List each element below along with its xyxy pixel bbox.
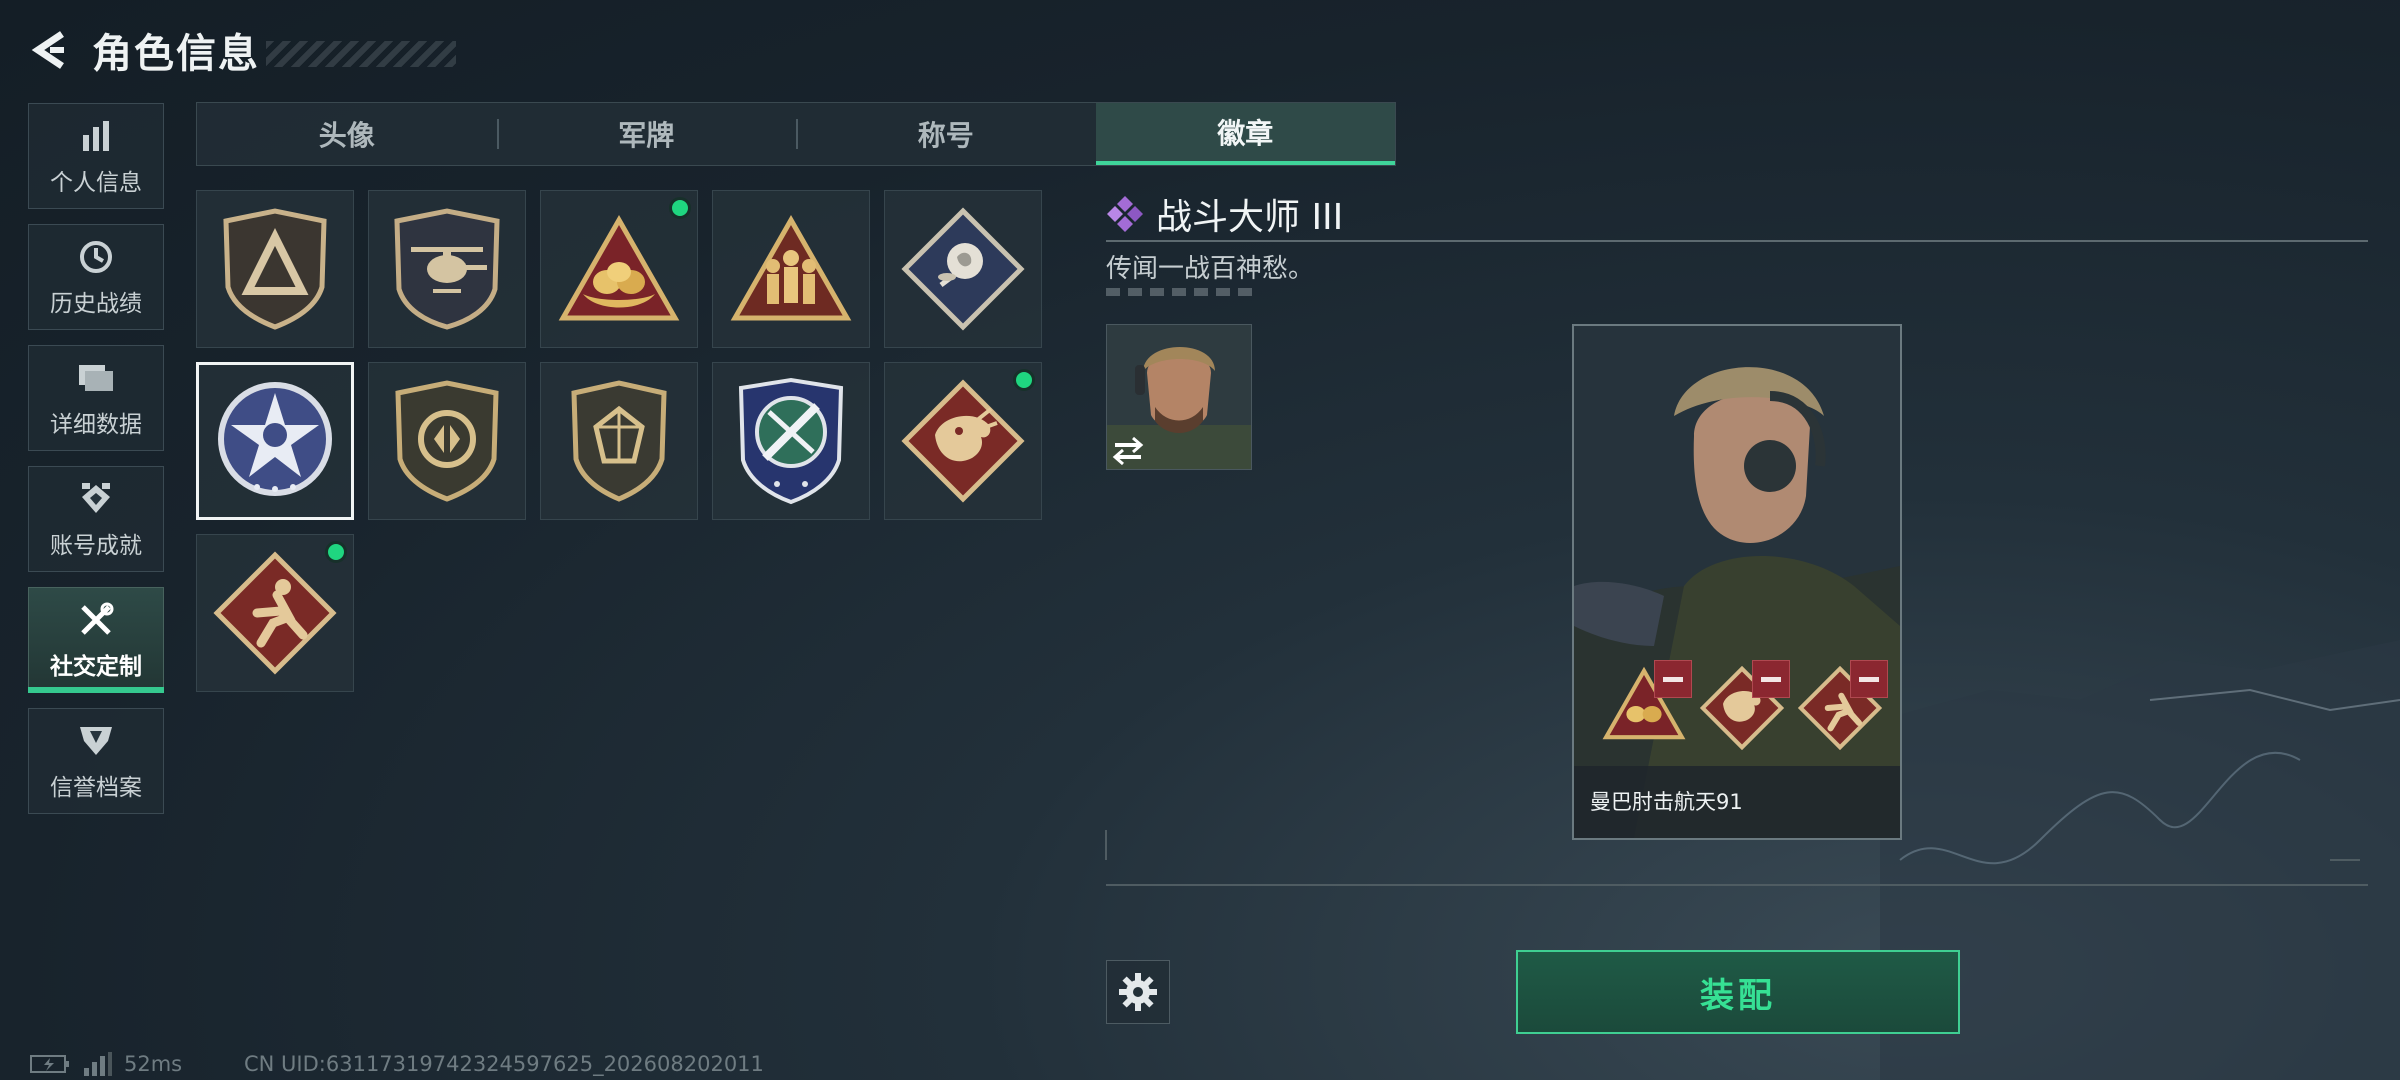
equip-button-label: 装配 xyxy=(1700,975,1776,1016)
character-portrait xyxy=(1107,325,1251,469)
shield-icon xyxy=(75,720,117,762)
nav-item-match-history[interactable]: 历史战绩 xyxy=(28,224,164,330)
nav-label: 详细数据 xyxy=(50,412,142,438)
badge-runner[interactable] xyxy=(196,534,354,692)
tab-dog-tag[interactable]: 军牌 xyxy=(496,103,797,165)
badge-dragon[interactable] xyxy=(884,362,1042,520)
nav-item-achievements[interactable]: 账号成就 xyxy=(28,466,164,572)
badge-triangle-shield[interactable] xyxy=(196,190,354,348)
folder-icon xyxy=(75,357,117,399)
badge-gold-nest[interactable] xyxy=(540,190,698,348)
rarity-diamond-icon xyxy=(1107,196,1143,232)
settings-button[interactable] xyxy=(1106,960,1170,1024)
nav-label: 信誉档案 xyxy=(50,775,142,801)
character-preview-card: 曼巴肘击航天91 xyxy=(1572,324,1902,840)
achievement-icon xyxy=(75,478,117,520)
gem-shield-badge-icon xyxy=(571,380,667,502)
badge-grid xyxy=(196,190,1056,692)
bar-chart-icon xyxy=(75,115,117,157)
back-arrow-icon xyxy=(31,31,64,69)
equipped-badges xyxy=(1602,660,1888,751)
tab-badge[interactable]: 徽章 xyxy=(1095,103,1395,165)
bronze-shield-badge-icon xyxy=(395,380,499,502)
rose-badge-icon xyxy=(901,207,1025,331)
badge-skull-star[interactable] xyxy=(196,362,354,520)
status-bar: 52ms xyxy=(30,1052,182,1076)
crossed-blades-badge-icon xyxy=(738,377,844,505)
squad-badge-icon xyxy=(730,214,852,321)
character-illustration xyxy=(1574,326,1900,838)
signal-icon xyxy=(84,1052,112,1076)
nav-item-detailed-data[interactable]: 详细数据 xyxy=(28,345,164,451)
equip-button[interactable]: 装配 xyxy=(1516,950,1960,1034)
wrench-screwdriver-icon xyxy=(75,599,117,641)
battery-icon xyxy=(30,1055,69,1073)
clock-icon xyxy=(75,236,117,278)
page-title: 角色信息 xyxy=(92,31,260,77)
nav-item-social-custom[interactable]: 社交定制 xyxy=(28,587,164,693)
bottom-divider xyxy=(1106,884,2368,886)
runner-badge-icon xyxy=(213,551,337,675)
customization-tabs: 头像 军牌 称号 徽章 xyxy=(196,102,1396,166)
badge-helicopter[interactable] xyxy=(368,190,526,348)
badge-bronze-shield[interactable] xyxy=(368,362,526,520)
tab-avatar[interactable]: 头像 xyxy=(197,103,497,165)
new-indicator xyxy=(1013,369,1035,391)
user-uid: CN UID:63117319742324597625_202608202011 xyxy=(244,1052,764,1076)
badge-crossed-blades[interactable] xyxy=(712,362,870,520)
back-button[interactable] xyxy=(28,24,72,76)
badge-gem-shield[interactable] xyxy=(540,362,698,520)
character-name: 曼巴肘击航天91 xyxy=(1590,790,1743,814)
equipped-slot-3[interactable] xyxy=(1797,660,1888,751)
remove-badge-button[interactable] xyxy=(1752,660,1790,698)
nav-label: 社交定制 xyxy=(50,654,142,680)
blurred-subtext xyxy=(1106,288,1258,296)
character-avatar-thumb[interactable] xyxy=(1106,324,1252,470)
character-name-bar: 曼巴肘击航天91 xyxy=(1574,766,1900,838)
detail-divider xyxy=(1106,240,2368,242)
header: 角色信息 xyxy=(28,18,456,82)
helicopter-badge-icon xyxy=(394,208,500,330)
new-indicator xyxy=(325,541,347,563)
remove-badge-button[interactable] xyxy=(1654,660,1692,698)
badge-rose[interactable] xyxy=(884,190,1042,348)
title-stripe xyxy=(266,41,456,67)
remove-badge-button[interactable] xyxy=(1850,660,1888,698)
nav-item-reputation[interactable]: 信誉档案 xyxy=(28,708,164,814)
gear-icon xyxy=(1119,973,1157,1011)
new-indicator xyxy=(669,197,691,219)
nav-item-personal-info[interactable]: 个人信息 xyxy=(28,103,164,209)
ping-value: 52ms xyxy=(124,1052,183,1076)
badge-description: 传闻一战百神愁。 xyxy=(1106,254,1315,284)
badge-title-row: 战斗大师 III xyxy=(1106,188,1343,240)
side-nav: 个人信息 历史战绩 详细数据 账号成就 社交定制 信誉档案 xyxy=(28,103,166,829)
equipped-slot-1[interactable] xyxy=(1602,660,1692,750)
nav-label: 个人信息 xyxy=(50,170,142,196)
nav-label: 历史战绩 xyxy=(50,291,142,317)
badge-name: 战斗大师 III xyxy=(1156,197,1344,238)
skull-star-badge-icon xyxy=(218,382,332,496)
tab-title[interactable]: 称号 xyxy=(796,103,1096,165)
triangle-shield-badge-icon xyxy=(223,208,327,330)
badge-squad[interactable] xyxy=(712,190,870,348)
dragon-badge-icon xyxy=(901,379,1025,503)
gold-nest-badge-icon xyxy=(558,214,680,321)
nav-label: 账号成就 xyxy=(50,533,142,559)
equipped-slot-2[interactable] xyxy=(1699,660,1790,751)
